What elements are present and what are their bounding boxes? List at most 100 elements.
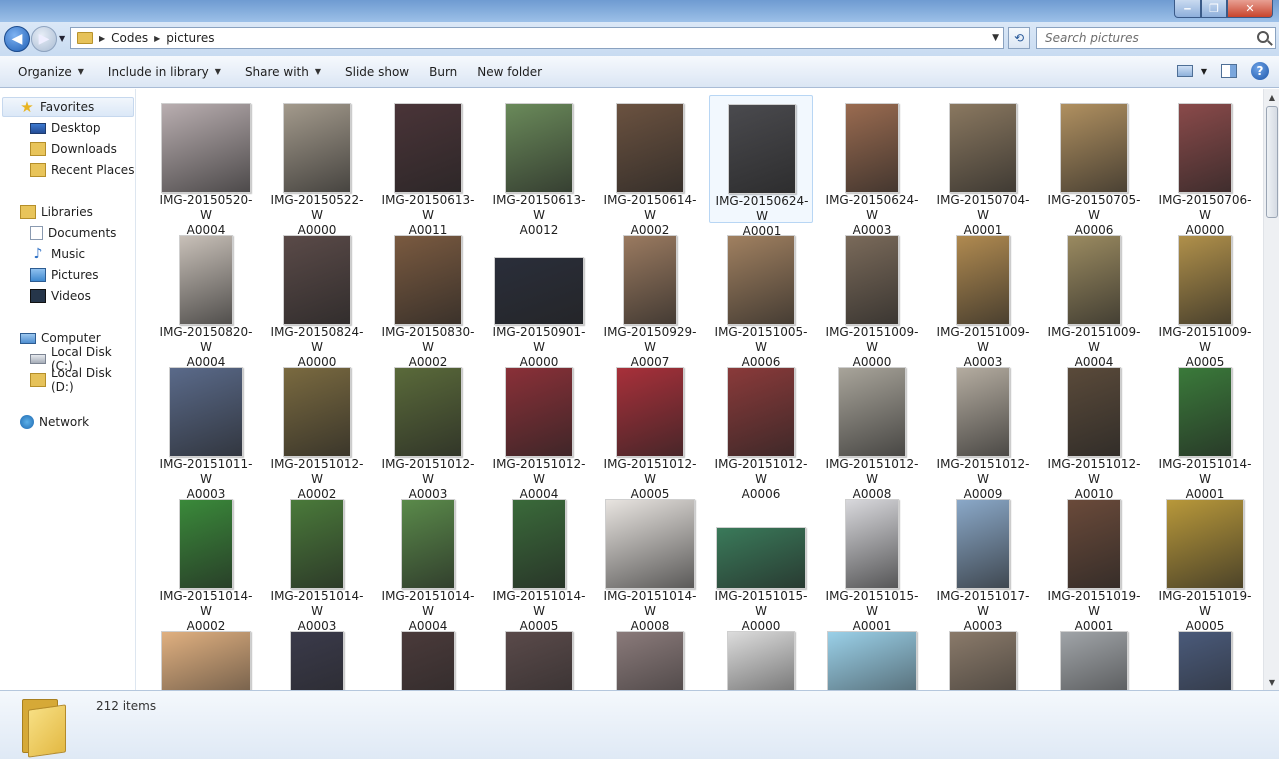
forward-button[interactable]: ▶ (31, 26, 57, 52)
image-thumbnail[interactable] (845, 103, 899, 193)
file-item[interactable]: IMG-20151011-W A0003 (154, 359, 258, 501)
nav-pictures[interactable]: Pictures (30, 265, 99, 285)
scroll-down-icon[interactable]: ▼ (1264, 674, 1279, 690)
nav-music[interactable]: ♪ Music (30, 244, 86, 264)
file-item[interactable]: IMG-20150901-W A0000 (487, 227, 591, 369)
image-thumbnail[interactable] (179, 499, 233, 589)
nav-libraries[interactable]: Libraries (20, 202, 93, 222)
image-thumbnail[interactable] (605, 499, 695, 589)
image-thumbnail[interactable] (290, 499, 344, 589)
image-thumbnail[interactable] (394, 103, 462, 193)
minimize-button[interactable]: ‒ (1174, 0, 1201, 18)
image-thumbnail[interactable] (290, 631, 344, 690)
scroll-up-icon[interactable]: ▲ (1264, 89, 1279, 105)
maximize-button[interactable]: ❐ (1201, 0, 1227, 18)
file-item[interactable]: IMG-20151014-W A0005 (487, 491, 591, 633)
file-item[interactable]: IMG-20150613-W A0011 (376, 95, 480, 237)
file-item[interactable]: IMG-20151015-W A0001 (820, 491, 924, 633)
nav-videos[interactable]: Videos (30, 286, 91, 306)
image-thumbnail[interactable] (505, 103, 573, 193)
image-thumbnail[interactable] (505, 631, 573, 690)
organize-menu[interactable]: Organize ▼ (9, 56, 93, 88)
image-thumbnail[interactable] (727, 367, 795, 457)
image-thumbnail[interactable] (283, 367, 351, 457)
file-item[interactable]: IMG-20151012-W A0009 (931, 359, 1035, 501)
file-item[interactable]: IMG-20150520-W A0004 (154, 95, 258, 237)
file-item[interactable]: IMG-20150929-W A0007 (598, 227, 702, 369)
include-in-library-menu[interactable]: Include in library ▼ (99, 56, 230, 88)
file-item[interactable]: IMG-20151012-W A0005 (598, 359, 702, 501)
image-thumbnail[interactable] (616, 631, 684, 690)
nav-local-disk-d[interactable]: Local Disk (D:) (30, 366, 135, 394)
slide-show-button[interactable]: Slide show (336, 56, 418, 88)
file-item[interactable]: IMG-20151009-W A0005 (1153, 227, 1257, 369)
image-thumbnail[interactable] (1178, 631, 1232, 690)
image-thumbnail[interactable] (727, 631, 795, 690)
file-item[interactable]: IMG-20151017-W A0003 (931, 491, 1035, 633)
image-thumbnail[interactable] (179, 235, 233, 325)
image-thumbnail[interactable] (716, 527, 806, 589)
file-item[interactable]: IMG-20151014-W A0008 (598, 491, 702, 633)
recent-pages-button[interactable]: ▼ (59, 34, 65, 43)
file-item[interactable]: IMG-20151015-W A0000 (709, 491, 813, 633)
image-thumbnail[interactable] (949, 103, 1017, 193)
file-item[interactable]: IMG-20151012-W A0008 (820, 359, 924, 501)
file-item[interactable]: IMG-20151012-W A0003 (376, 359, 480, 501)
file-item[interactable] (265, 623, 369, 690)
nav-downloads[interactable]: Downloads (30, 139, 117, 159)
file-item[interactable] (376, 623, 480, 690)
file-item[interactable]: IMG-20151014-W A0003 (265, 491, 369, 633)
file-item[interactable]: IMG-20150624-W A0003 (820, 95, 924, 237)
file-item[interactable] (1042, 623, 1146, 690)
address-bar[interactable]: ▶ Codes ▶ pictures ▼ (70, 27, 1004, 49)
image-thumbnail[interactable] (1178, 103, 1232, 193)
file-item[interactable]: IMG-20150830-W A0002 (376, 227, 480, 369)
file-item[interactable] (1153, 623, 1257, 690)
breadcrumb-pictures[interactable]: pictures (166, 31, 214, 45)
file-item[interactable]: IMG-20151012-W A0010 (1042, 359, 1146, 501)
image-thumbnail[interactable] (1178, 367, 1232, 457)
image-thumbnail[interactable] (845, 235, 899, 325)
image-thumbnail[interactable] (401, 631, 455, 690)
image-thumbnail[interactable] (838, 367, 906, 457)
image-thumbnail[interactable] (1067, 367, 1121, 457)
refresh-button[interactable]: ⟲ (1008, 27, 1030, 49)
file-item[interactable]: IMG-20151009-W A0003 (931, 227, 1035, 369)
image-thumbnail[interactable] (169, 367, 243, 457)
file-item[interactable] (709, 623, 813, 690)
nav-recent-places[interactable]: Recent Places (30, 160, 134, 180)
share-with-menu[interactable]: Share with ▼ (236, 56, 330, 88)
nav-favorites[interactable]: ★ Favorites (2, 97, 134, 117)
image-thumbnail[interactable] (394, 235, 462, 325)
image-thumbnail[interactable] (494, 257, 584, 325)
image-thumbnail[interactable] (616, 367, 684, 457)
image-thumbnail[interactable] (394, 367, 462, 457)
address-dropdown-icon[interactable]: ▼ (992, 33, 999, 43)
image-thumbnail[interactable] (727, 235, 795, 325)
back-button[interactable]: ◀ (4, 26, 30, 52)
file-item[interactable]: IMG-20150824-W A0000 (265, 227, 369, 369)
image-thumbnail[interactable] (827, 631, 917, 690)
vertical-scrollbar[interactable]: ▲ ▼ (1263, 89, 1279, 690)
image-thumbnail[interactable] (505, 367, 573, 457)
scrollbar-thumb[interactable] (1266, 106, 1278, 218)
help-icon[interactable]: ? (1251, 62, 1269, 80)
file-item[interactable]: IMG-20150706-W A0000 (1153, 95, 1257, 237)
image-thumbnail[interactable] (401, 499, 455, 589)
search-icon[interactable] (1257, 31, 1269, 43)
file-item[interactable] (820, 623, 924, 690)
file-item[interactable]: IMG-20151012-W A0004 (487, 359, 591, 501)
file-item[interactable]: IMG-20151014-W A0004 (376, 491, 480, 633)
file-item[interactable]: IMG-20150704-W A0001 (931, 95, 1035, 237)
breadcrumb-separator-icon[interactable]: ▶ (154, 34, 160, 43)
file-item[interactable]: IMG-20151014-W A0002 (154, 491, 258, 633)
image-thumbnail[interactable] (512, 499, 566, 589)
file-item[interactable]: IMG-20150624-W A0001 (709, 95, 813, 238)
file-item[interactable]: IMG-20150820-W A0004 (154, 227, 258, 369)
file-item[interactable] (931, 623, 1035, 690)
breadcrumb-separator-icon[interactable]: ▶ (99, 34, 105, 43)
nav-desktop[interactable]: Desktop (30, 118, 101, 138)
image-thumbnail[interactable] (1178, 235, 1232, 325)
image-thumbnail[interactable] (283, 103, 351, 193)
image-thumbnail[interactable] (623, 235, 677, 325)
